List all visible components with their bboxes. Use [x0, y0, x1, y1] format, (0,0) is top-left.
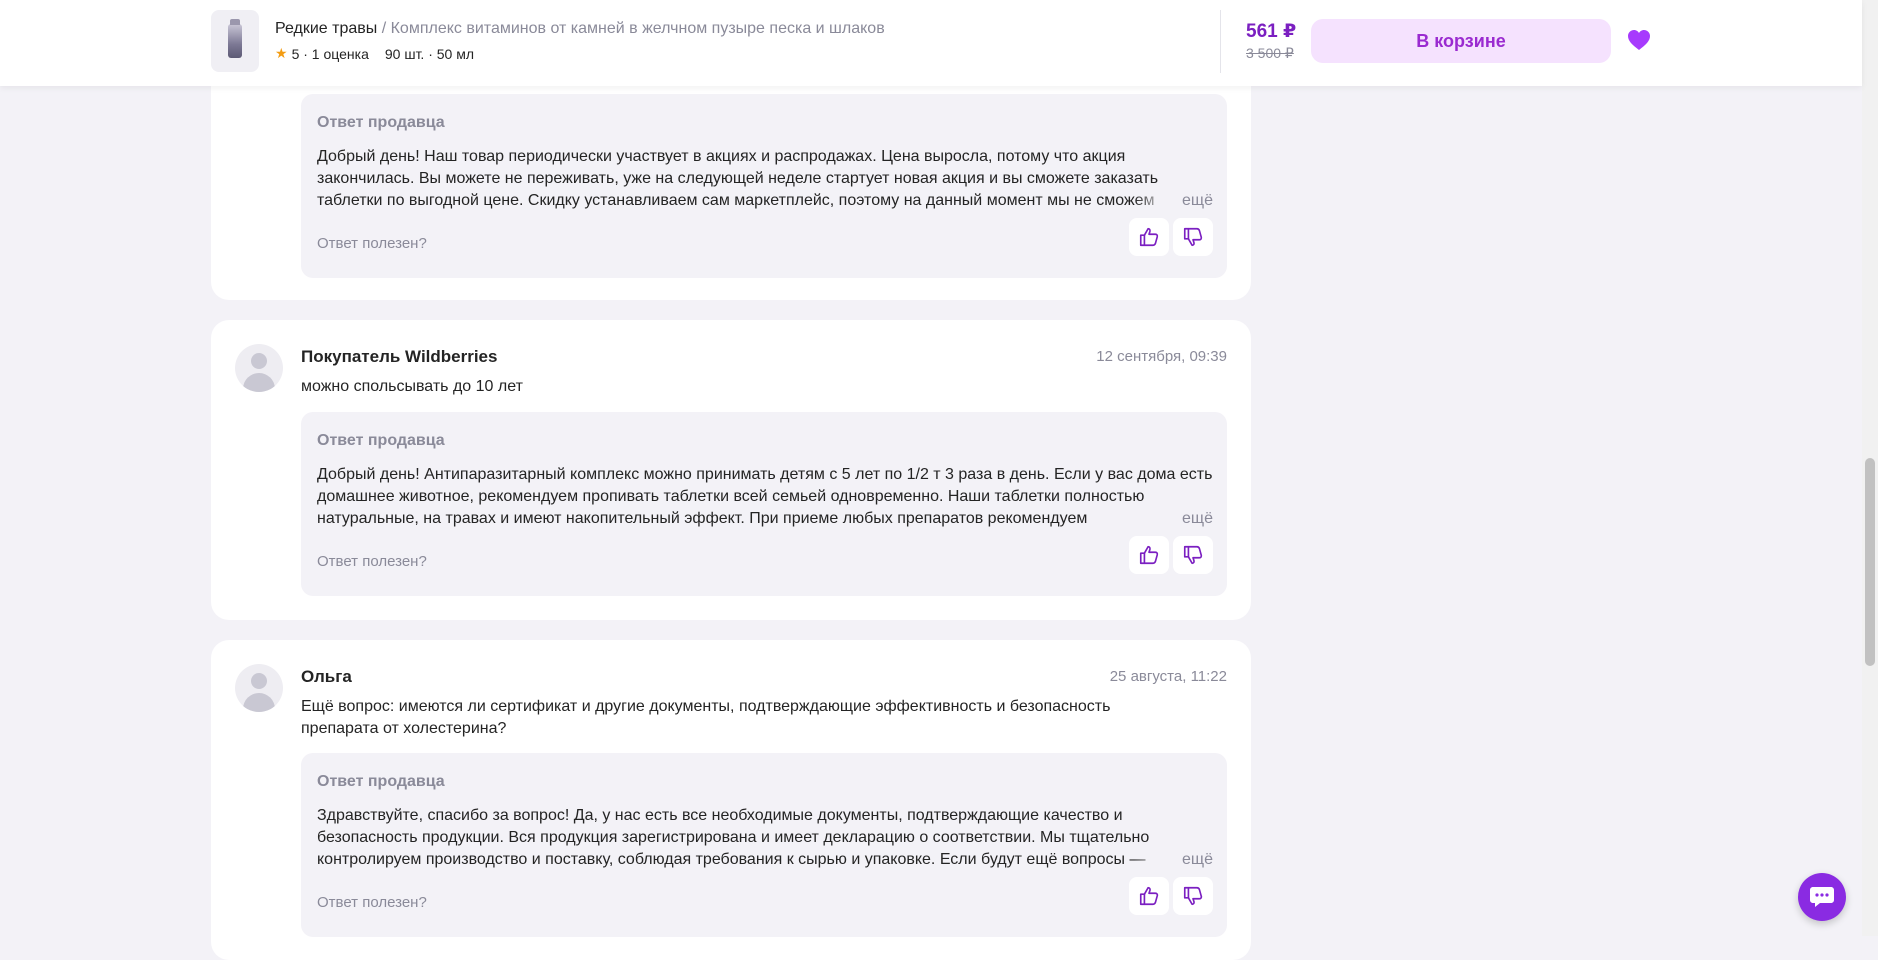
rating-value: 5 — [291, 45, 300, 62]
bottle-image — [228, 19, 242, 58]
helpful-label: Ответ полезен? — [317, 235, 427, 252]
question-card: Ольга 25 августа, 11:22 Ещё вопрос: имею… — [211, 640, 1251, 960]
product-meta: ★ 5 · 1 оценка 90 шт. · 50 мл — [275, 45, 474, 62]
answer-text: Добрый день! Антипаразитарный комплекс м… — [317, 464, 1213, 530]
question-text: Ещё вопрос: имеются ли сертификат и друг… — [301, 698, 1111, 737]
answer-title: Ответ продавца — [317, 773, 445, 790]
product-sticky-header: Редкие травы / Комплекс витаминов от кам… — [0, 0, 1862, 86]
seller-answer: Ответ продавца Добрый день! Антипаразита… — [301, 412, 1227, 596]
answer-text: Здравствуйте, спасибо за вопрос! Да, у н… — [317, 805, 1213, 871]
title-separator: / — [377, 20, 391, 37]
more-link[interactable]: ещё — [1134, 508, 1213, 530]
question-date: 25 августа, 11:22 — [1109, 668, 1227, 685]
answer-title: Ответ продавца — [317, 114, 445, 131]
scrollbar-thumb[interactable] — [1865, 458, 1875, 666]
seller-answer: Ответ продавца Добрый день! Наш товар пе… — [301, 94, 1227, 278]
question-date: 12 сентября, 09:39 — [1096, 348, 1227, 365]
answer-text-body: Добрый день! Наш товар периодически учас… — [317, 148, 1159, 209]
answer-text: Добрый день! Наш товар периодически учас… — [317, 146, 1213, 212]
answer-text-body: Добрый день! Антипаразитарный комплекс м… — [317, 466, 1213, 527]
chat-icon[interactable] — [1798, 873, 1846, 921]
thumbs-down-icon[interactable] — [1173, 218, 1213, 256]
current-price: 561 ₽ — [1246, 21, 1297, 42]
helpful-label: Ответ полезен? — [317, 553, 427, 570]
thumbs-down-icon[interactable] — [1173, 536, 1213, 574]
heart-icon[interactable] — [1626, 28, 1652, 52]
thumbs-up-icon[interactable] — [1129, 218, 1169, 256]
more-link[interactable]: ещё — [1134, 190, 1213, 212]
question-author: Ольга — [301, 667, 352, 686]
rating-count[interactable]: · 1 оценка — [303, 46, 369, 62]
answer-text-body: Здравствуйте, спасибо за вопрос! Да, у н… — [317, 807, 1150, 868]
product-thumbnail[interactable] — [211, 10, 259, 72]
answer-title: Ответ продавца — [317, 432, 445, 449]
question-card: Покупатель Wildberries 12 сентября, 09:3… — [211, 320, 1251, 620]
pack-info: 90 шт. · 50 мл — [384, 45, 475, 62]
question-author: Покупатель Wildberries — [301, 347, 498, 366]
more-link[interactable]: ещё — [1134, 849, 1213, 871]
user-avatar-icon — [235, 664, 283, 712]
header-divider — [1220, 10, 1221, 73]
thumbs-up-icon[interactable] — [1129, 877, 1169, 915]
user-avatar-icon — [235, 344, 283, 392]
seller-answer: Ответ продавца Здравствуйте, спасибо за … — [301, 753, 1227, 937]
question-text: можно спольсывать до 10 лет — [301, 378, 523, 395]
star-icon: ★ — [275, 45, 288, 61]
thumbs-down-icon[interactable] — [1173, 877, 1213, 915]
product-title: Редкие травы / Комплекс витаминов от кам… — [275, 20, 885, 38]
helpful-label: Ответ полезен? — [317, 894, 427, 911]
old-price: 3 500 ₽ — [1246, 45, 1294, 61]
product-name: Комплекс витаминов от камней в желчном п… — [390, 20, 885, 37]
thumbs-up-icon[interactable] — [1129, 536, 1169, 574]
brand-name[interactable]: Редкие травы — [275, 20, 377, 37]
in-cart-button[interactable]: В корзине — [1311, 19, 1611, 63]
